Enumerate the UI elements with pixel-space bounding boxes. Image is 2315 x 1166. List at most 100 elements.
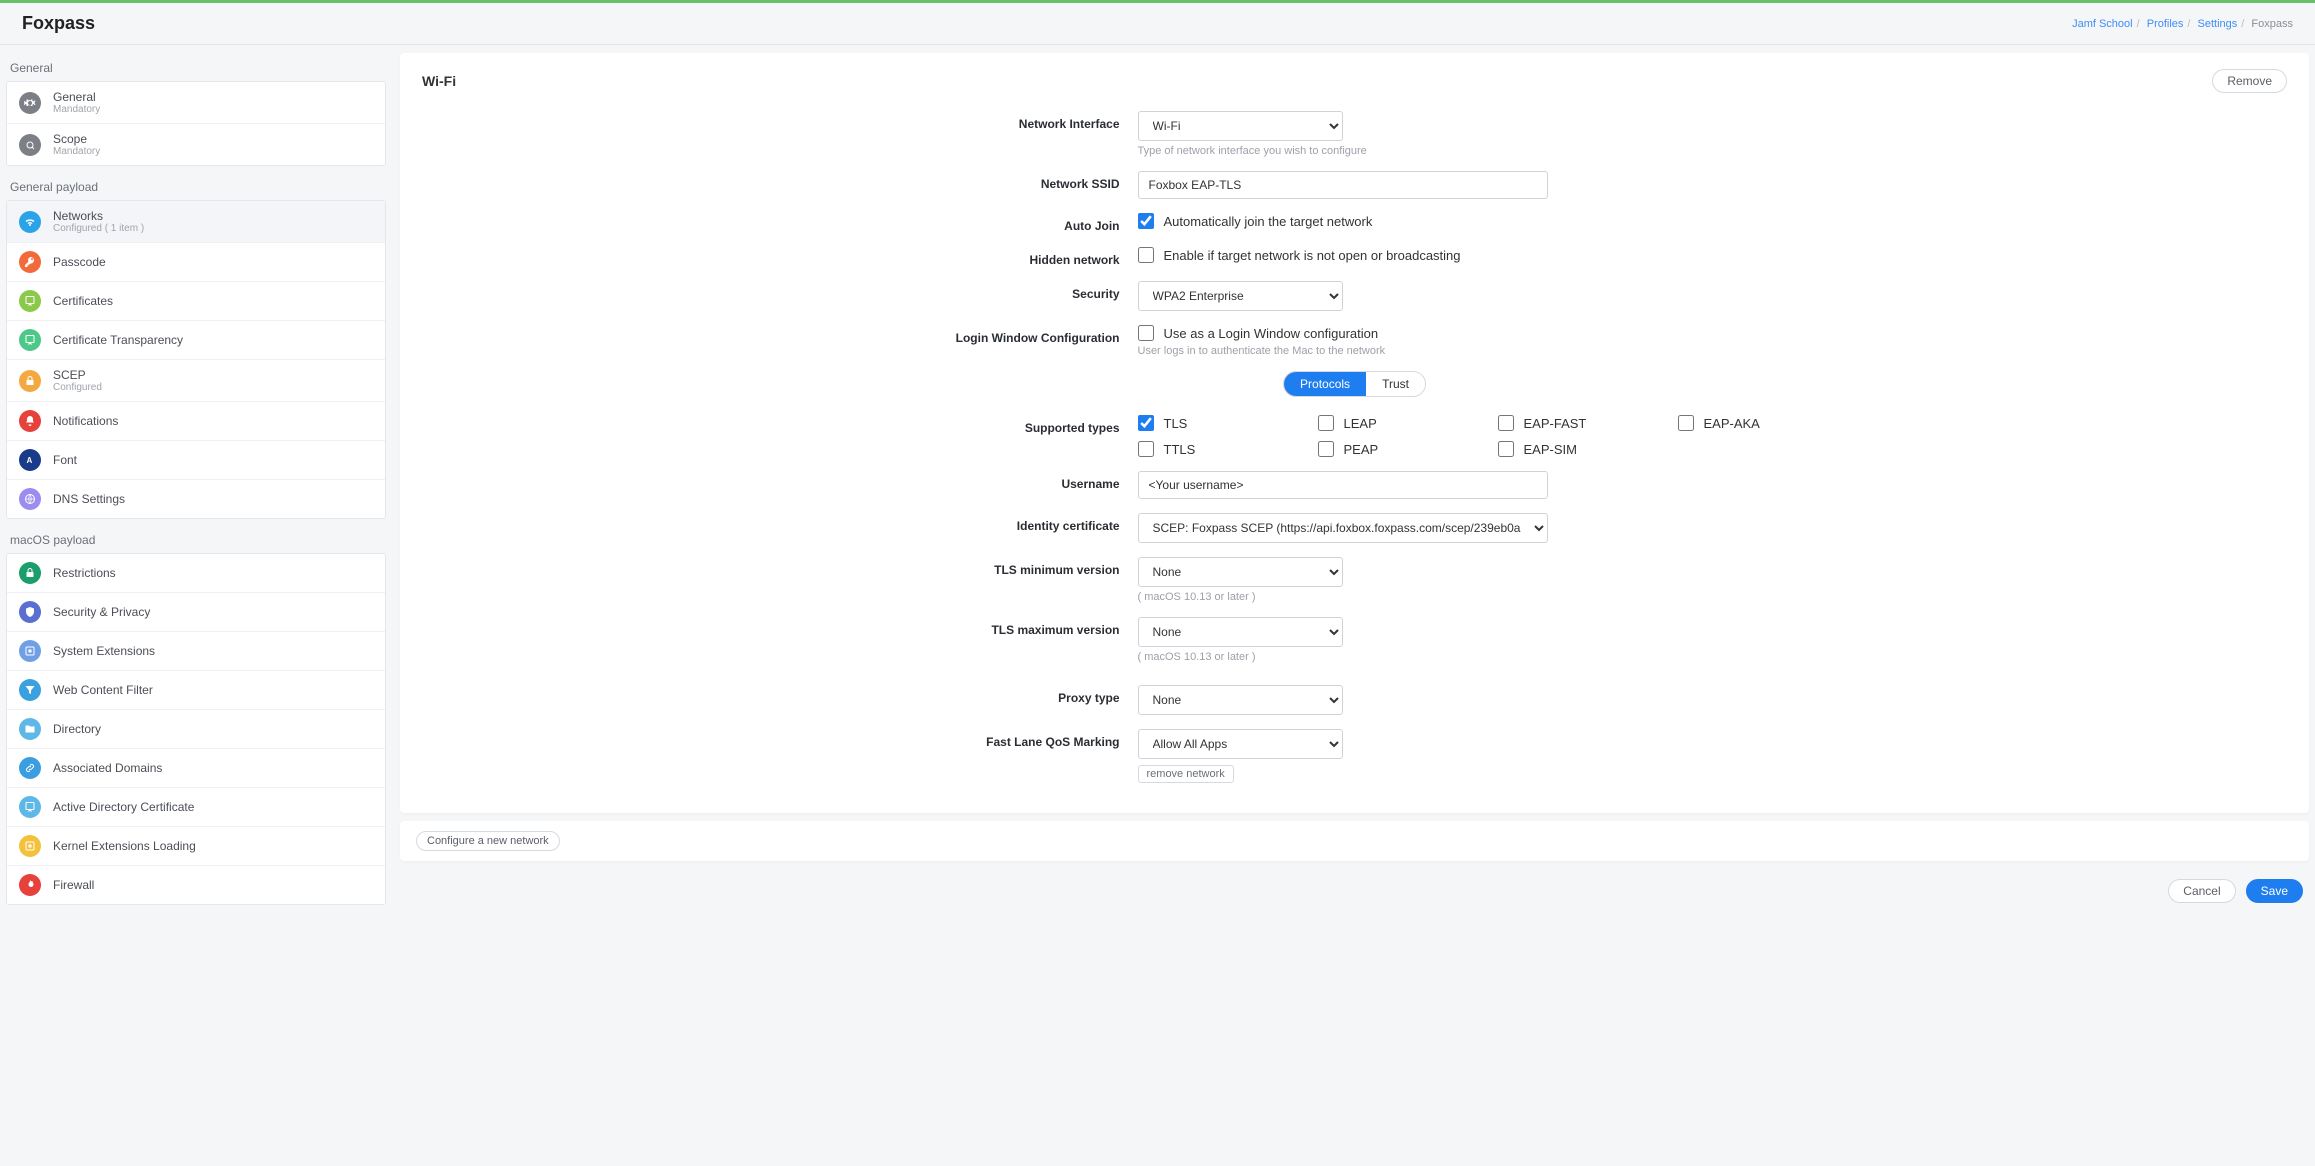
- hidden-checkbox[interactable]: [1138, 247, 1154, 263]
- help-login-window: User logs in to authenticate the Mac to …: [1138, 345, 1880, 357]
- sidebar: GeneralGeneralMandatoryScopeMandatoryGen…: [6, 53, 386, 913]
- type-eapfast-checkbox[interactable]: [1498, 415, 1514, 431]
- fire-icon: [19, 874, 41, 896]
- tab-trust[interactable]: Trust: [1366, 372, 1425, 396]
- type-peap-checkbox[interactable]: [1318, 441, 1334, 457]
- type-ttls-checkbox[interactable]: [1138, 441, 1154, 457]
- configure-new-button[interactable]: Configure a new network: [416, 831, 560, 851]
- configure-card: Configure a new network: [400, 821, 2309, 861]
- sidebar-item-label: Active Directory Certificate: [53, 800, 194, 814]
- tls-min-select[interactable]: None: [1138, 557, 1343, 587]
- label-security: Security: [830, 281, 1120, 301]
- auth-tabs: Protocols Trust: [1283, 371, 1426, 397]
- sidebar-item-label: DNS Settings: [53, 492, 125, 506]
- help-tls-min: ( macOS 10.13 or later ): [1138, 591, 1880, 603]
- svg-text:A: A: [27, 456, 33, 465]
- sidebar-item-notifications[interactable]: Notifications: [7, 402, 385, 441]
- ssid-input[interactable]: [1138, 171, 1548, 199]
- sidebar-item-label: Font: [53, 453, 77, 467]
- network-interface-select[interactable]: Wi-Fi: [1138, 111, 1343, 141]
- sidebar-item-ad-cert[interactable]: Active Directory Certificate: [7, 788, 385, 827]
- sidebar-item-label: Notifications: [53, 414, 118, 428]
- fastlane-select[interactable]: Allow All Apps: [1138, 729, 1343, 759]
- login-window-checkbox[interactable]: [1138, 325, 1154, 341]
- filter-icon: [19, 679, 41, 701]
- card-title: Wi-Fi: [422, 73, 456, 89]
- sidebar-item-label: Directory: [53, 722, 101, 736]
- sidebar-item-system-extensions[interactable]: System Extensions: [7, 632, 385, 671]
- lock-icon: [19, 562, 41, 584]
- type-eapaka-label: EAP-AKA: [1704, 416, 1760, 431]
- help-tls-max: ( macOS 10.13 or later ): [1138, 651, 1880, 663]
- label-identity-cert: Identity certificate: [830, 513, 1120, 533]
- sidebar-item-sub: Configured ( 1 item ): [53, 223, 144, 234]
- lock-icon: [19, 370, 41, 392]
- sidebar-item-label: Networks: [53, 209, 144, 223]
- sidebar-item-networks[interactable]: NetworksConfigured ( 1 item ): [7, 201, 385, 243]
- sidebar-item-label: Firewall: [53, 878, 94, 892]
- security-select[interactable]: WPA2 Enterprise: [1138, 281, 1343, 311]
- identity-cert-select[interactable]: SCEP: Foxpass SCEP (https://api.foxbox.f…: [1138, 513, 1548, 543]
- sidebar-item-web-content-filter[interactable]: Web Content Filter: [7, 671, 385, 710]
- dns-icon: [19, 488, 41, 510]
- label-tls-max: TLS maximum version: [830, 617, 1120, 637]
- sidebar-item-kernel-ext[interactable]: Kernel Extensions Loading: [7, 827, 385, 866]
- sidebar-item-sub: Mandatory: [53, 104, 100, 115]
- type-eapsim-label: EAP-SIM: [1524, 442, 1577, 457]
- sidebar-section-title: macOS payload: [6, 525, 386, 553]
- sidebar-item-passcode[interactable]: Passcode: [7, 243, 385, 282]
- label-tls-min: TLS minimum version: [830, 557, 1120, 577]
- sidebar-item-label: Certificate Transparency: [53, 333, 183, 347]
- sidebar-item-security-privacy[interactable]: Security & Privacy: [7, 593, 385, 632]
- username-input[interactable]: [1138, 471, 1548, 499]
- tls-max-select[interactable]: None: [1138, 617, 1343, 647]
- sidebar-item-label: Certificates: [53, 294, 113, 308]
- type-eapsim-checkbox[interactable]: [1498, 441, 1514, 457]
- sidebar-item-restrictions[interactable]: Restrictions: [7, 554, 385, 593]
- shield-icon: [19, 601, 41, 623]
- topbar: Foxpass Jamf School/ Profiles/ Settings/…: [0, 0, 2315, 45]
- tab-protocols[interactable]: Protocols: [1284, 372, 1366, 396]
- sidebar-item-label: SCEP: [53, 368, 102, 382]
- scope-icon: [19, 134, 41, 156]
- sidebar-item-certificates[interactable]: Certificates: [7, 282, 385, 321]
- type-leap-checkbox[interactable]: [1318, 415, 1334, 431]
- type-eapaka-checkbox[interactable]: [1678, 415, 1694, 431]
- sidebar-item-dns[interactable]: DNS Settings: [7, 480, 385, 518]
- font-icon: A: [19, 449, 41, 471]
- cancel-button[interactable]: Cancel: [2168, 879, 2235, 903]
- autojoin-checkbox[interactable]: [1138, 213, 1154, 229]
- sidebar-item-firewall[interactable]: Firewall: [7, 866, 385, 904]
- sidebar-item-general[interactable]: GeneralMandatory: [7, 82, 385, 124]
- label-fastlane: Fast Lane QoS Marking: [830, 729, 1120, 749]
- sidebar-item-associated-domains[interactable]: Associated Domains: [7, 749, 385, 788]
- sidebar-item-label: Passcode: [53, 255, 106, 269]
- autojoin-text: Automatically join the target network: [1164, 214, 1373, 229]
- ext-icon: [19, 640, 41, 662]
- sidebar-item-font[interactable]: A Font: [7, 441, 385, 480]
- sidebar-item-directory[interactable]: Directory: [7, 710, 385, 749]
- save-button[interactable]: Save: [2246, 879, 2303, 903]
- crumb-profiles[interactable]: Profiles: [2147, 18, 2184, 30]
- remove-button[interactable]: Remove: [2212, 69, 2287, 93]
- sidebar-item-scope[interactable]: ScopeMandatory: [7, 124, 385, 165]
- label-username: Username: [830, 471, 1120, 491]
- label-proxy: Proxy type: [830, 685, 1120, 705]
- wifi-icon: [19, 211, 41, 233]
- sidebar-item-label: System Extensions: [53, 644, 155, 658]
- sidebar-item-label: Associated Domains: [53, 761, 162, 775]
- bell-icon: [19, 410, 41, 432]
- type-peap-label: PEAP: [1344, 442, 1379, 457]
- type-tls-checkbox[interactable]: [1138, 415, 1154, 431]
- sidebar-item-cert-transparency[interactable]: Certificate Transparency: [7, 321, 385, 360]
- type-eapfast-label: EAP-FAST: [1524, 416, 1587, 431]
- label-supported-types: Supported types: [830, 415, 1120, 435]
- sidebar-section-title: General: [6, 53, 386, 81]
- sidebar-item-scep[interactable]: SCEPConfigured: [7, 360, 385, 402]
- label-login-window: Login Window Configuration: [830, 325, 1120, 345]
- crumb-settings[interactable]: Settings: [2198, 18, 2238, 30]
- ext-icon: [19, 835, 41, 857]
- remove-network-link[interactable]: remove network: [1138, 765, 1234, 783]
- crumb-jamf[interactable]: Jamf School: [2072, 18, 2133, 30]
- proxy-select[interactable]: None: [1138, 685, 1343, 715]
